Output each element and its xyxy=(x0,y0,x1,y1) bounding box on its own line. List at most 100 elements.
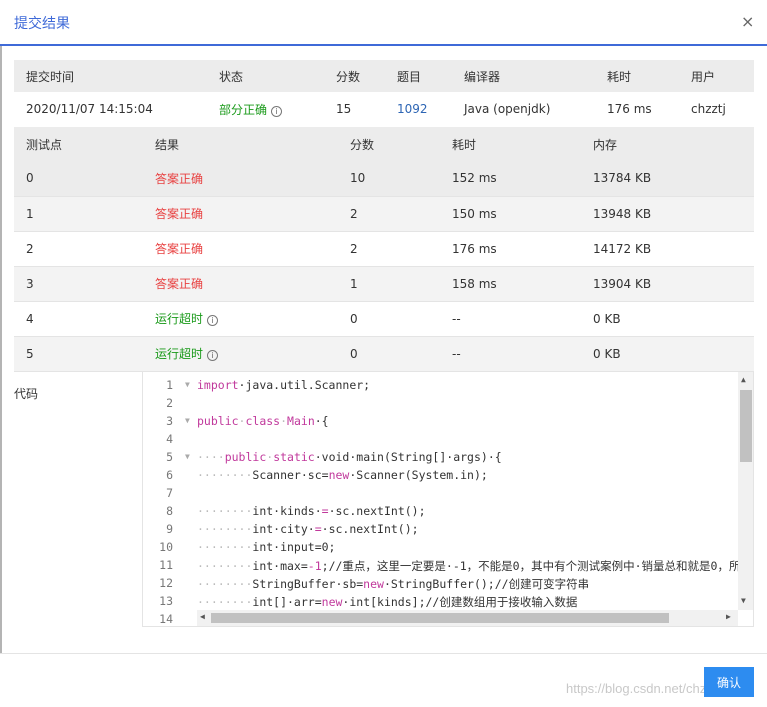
code-line: ········int·kinds·=·sc.nextInt(); xyxy=(197,504,426,518)
code-indent: ···· xyxy=(197,450,225,464)
test-id: 0 xyxy=(26,171,34,186)
header-test-score: 分数 xyxy=(350,137,375,152)
line-number: 8 xyxy=(166,504,173,518)
test-memory: 13948 KB xyxy=(593,206,652,221)
table-row: 0 答案正确 10 152 ms 13784 KB xyxy=(14,161,754,196)
dialog-left-border xyxy=(0,46,2,653)
test-score: 2 xyxy=(350,206,358,221)
submission-summary-table: 提交时间 状态 分数 题目 编译器 耗时 用户 2020/11/07 14:15… xyxy=(14,60,754,128)
code-token: int[]·arr= xyxy=(252,595,322,609)
code-indent: ········ xyxy=(197,595,253,609)
code-token: public xyxy=(197,414,239,428)
info-icon[interactable]: i xyxy=(271,105,283,117)
test-time: -- xyxy=(452,346,461,361)
code-line: import·java.util.Scanner; xyxy=(197,378,370,392)
test-result-cell: 运行超时 i xyxy=(143,336,338,371)
code-editor[interactable]: 1 2 3 4 5 6 7 8 9 10 11 12 13 14 ▼ ▼ ▼ i… xyxy=(142,371,754,627)
scroll-down-icon[interactable]: ▼ xyxy=(741,596,746,605)
test-memory: 0 KB xyxy=(593,346,621,361)
code-token: ·sc.nextInt(); xyxy=(321,522,419,536)
code-token: import xyxy=(197,378,239,392)
test-result-cell: 运行超时 i xyxy=(143,301,338,336)
line-number: 3 xyxy=(166,414,173,428)
line-number: 7 xyxy=(166,486,173,500)
test-id: 3 xyxy=(26,276,34,291)
header-test-time: 耗时 xyxy=(452,137,477,152)
code-line: ········StringBuffer·sb=new·StringBuffer… xyxy=(197,576,589,592)
line-number: 12 xyxy=(159,576,173,590)
compiler: Java (openjdk) xyxy=(464,102,551,117)
problem-link[interactable]: 1092 xyxy=(385,92,452,127)
code-token: ·StringBuffer();//创建可变字符串 xyxy=(383,577,590,591)
code-token: = xyxy=(314,522,322,536)
code-indent: ········ xyxy=(197,522,253,536)
test-result: 答案正确 xyxy=(155,207,204,221)
test-id: 4 xyxy=(26,311,34,326)
code-token: class xyxy=(245,414,281,428)
table-row: 4 运行超时 i 0 -- 0 KB xyxy=(14,301,754,336)
line-number: 9 xyxy=(166,522,173,536)
code-line: ····public·static·void·main(String[]·arg… xyxy=(197,450,502,464)
confirm-button[interactable]: 确认 xyxy=(704,667,754,697)
tests-header-row: 测试点 结果 分数 耗时 内存 xyxy=(14,127,754,161)
test-cases-table: 测试点 结果 分数 耗时 内存 0 答案正确 10 152 ms 13784 K… xyxy=(14,127,754,372)
submit-time: 2020/11/07 14:15:04 xyxy=(26,102,153,117)
test-time: 176 ms xyxy=(452,241,497,256)
header-user: 用户 xyxy=(691,69,716,84)
header-status: 状态 xyxy=(219,69,244,84)
header-compiler: 编译器 xyxy=(464,69,501,84)
code-token: static xyxy=(273,450,315,464)
code-token: new xyxy=(363,577,384,591)
code-token: = xyxy=(321,504,329,518)
user: chzztj xyxy=(691,102,726,117)
test-score: 0 xyxy=(350,311,358,326)
test-time: -- xyxy=(452,311,461,326)
horizontal-scroll-thumb[interactable] xyxy=(211,613,669,623)
dialog-footer xyxy=(0,653,767,707)
fold-arrow-icon[interactable]: ▼ xyxy=(185,380,193,389)
code-token: ·{ xyxy=(314,414,329,428)
test-score: 1 xyxy=(350,276,358,291)
info-icon[interactable]: i xyxy=(207,315,219,326)
code-line: ········int·max=-1;//重点，这里一定要是·-1，不能是0，其… xyxy=(197,558,740,574)
dialog-header: 提交结果 × xyxy=(0,0,767,46)
scroll-left-icon[interactable]: ◀ xyxy=(200,612,205,621)
line-number: 13 xyxy=(159,594,173,608)
code-token: StringBuffer·sb= xyxy=(252,577,364,591)
code-token: ;//重点，这里一定要是·-1，不能是0，其中有个测试案例中·销量总和就是0，所 xyxy=(321,559,741,573)
header-problem: 题目 xyxy=(397,69,422,84)
code-line: ········int·input=0; xyxy=(197,540,335,554)
watermark: https://blog.csdn.net/chzztj xyxy=(566,681,720,696)
fold-arrow-icon[interactable]: ▼ xyxy=(185,416,193,425)
code-token: ·void·main(String[]·args)·{ xyxy=(314,450,502,464)
test-score: 10 xyxy=(350,171,366,186)
scroll-up-icon[interactable]: ▲ xyxy=(741,375,746,384)
score: 15 xyxy=(336,102,352,117)
scroll-right-icon[interactable]: ▶ xyxy=(726,612,731,621)
test-score: 0 xyxy=(350,346,358,361)
test-memory: 13784 KB xyxy=(593,171,652,186)
close-icon[interactable]: × xyxy=(741,12,754,31)
test-memory: 13904 KB xyxy=(593,276,652,291)
code-token: int·input=0; xyxy=(252,540,336,554)
vertical-scroll-thumb[interactable] xyxy=(740,390,752,462)
code-indent: ········ xyxy=(197,504,253,518)
dialog-title: 提交结果 xyxy=(14,16,70,32)
submission-result-dialog: 提交结果 × 提交时间 状态 分数 题目 编译器 耗时 用户 2020/11/0… xyxy=(0,0,767,707)
test-memory: 0 KB xyxy=(593,311,621,326)
test-time: 150 ms xyxy=(452,206,497,221)
fold-arrow-icon[interactable]: ▼ xyxy=(185,452,193,461)
line-number: 14 xyxy=(159,612,173,626)
header-memory: 内存 xyxy=(593,137,618,152)
code-label: 代码 xyxy=(14,387,39,401)
code-token: new xyxy=(321,595,343,609)
table-row: 2 答案正确 2 176 ms 14172 KB xyxy=(14,231,754,266)
line-number: 5 xyxy=(166,450,173,464)
test-time: 152 ms xyxy=(452,171,497,186)
code-line: ········Scanner·sc=new·Scanner(System.in… xyxy=(197,468,488,482)
code-token: ·int[kinds];//创建数组用于接收输入数据 xyxy=(342,595,578,609)
code-indent: ········ xyxy=(197,577,253,591)
line-number-gutter: 1 2 3 4 5 6 7 8 9 10 11 12 13 14 xyxy=(143,372,185,626)
info-icon[interactable]: i xyxy=(207,350,219,361)
code-token: -1 xyxy=(307,559,322,573)
